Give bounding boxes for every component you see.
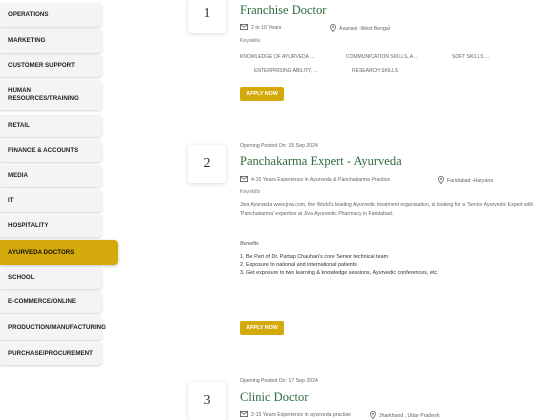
experience-text: 2-15 Years Experience in ayurveda practi…	[251, 412, 352, 418]
sidebar-item-ecommerce[interactable]: E-COMMERCE/ONLINE	[0, 291, 102, 313]
map-pin-icon	[438, 176, 444, 186]
skill-tag: ENTERPRISING ABILITY, ...	[254, 68, 318, 74]
category-sidebar: OPERATIONS MARKETING CUSTOMER SUPPORT HU…	[0, 0, 122, 420]
sidebar-item-school[interactable]: SCHOOL	[0, 267, 102, 289]
sidebar-item-human-resources[interactable]: HUMAN RESOURCES/TRAINING	[0, 80, 102, 110]
map-pin-icon	[370, 411, 376, 420]
skill-tag: RESEARCH SKILLS	[352, 68, 399, 74]
job-location: Asansol -West Bengal	[330, 24, 390, 34]
experience-text: 2 to 10 Years	[251, 25, 282, 31]
sidebar-item-ayurveda-doctors[interactable]: AYURVEDA DOCTORS	[0, 240, 118, 265]
apply-now-button[interactable]: APPLY NOW	[240, 321, 284, 335]
job-title[interactable]: Panchakarma Expert - Ayurveda	[240, 154, 402, 169]
benefit-item: 1. Be Part of Dr. Partap Chauhan's core …	[240, 254, 389, 260]
map-pin-icon	[330, 24, 336, 34]
job-number-badge: 1	[188, 0, 226, 33]
job-card-franchise-doctor: Franchise Doctor 2 to 10 Years Asansol -…	[240, 0, 545, 110]
skill-tag: SOFT SKILLS ...	[452, 54, 490, 60]
sidebar-item-finance[interactable]: FINANCE & ACCOUNTS	[0, 140, 102, 162]
job-experience: 4-15 Years Experience in Ayurveda & Panc…	[240, 176, 390, 184]
job-title[interactable]: Franchise Doctor	[240, 3, 326, 18]
job-location: Jharkhand , Uttar Pradesh	[370, 411, 440, 420]
sidebar-item-media[interactable]: MEDIA	[0, 165, 102, 187]
sidebar-item-marketing[interactable]: MARKETING	[0, 29, 102, 53]
job-card-panchakarma-expert: Opening Posted On: 15 Sep 2024 Panchakar…	[240, 140, 545, 340]
keyskills-label: Keyskills	[240, 38, 261, 44]
benefit-item: 2. Exposure to national and internationa…	[240, 262, 357, 268]
sidebar-item-production[interactable]: PRODUCTION/MANUFACTURING	[0, 316, 106, 340]
posted-date: Opening Posted On: 17 Sep 2024	[240, 378, 318, 384]
sidebar-item-it[interactable]: IT	[0, 190, 102, 212]
location-text: Jharkhand , Uttar Pradesh	[379, 413, 440, 419]
posted-date: Opening Posted On: 15 Sep 2024	[240, 143, 318, 149]
job-number-badge: 2	[188, 145, 226, 183]
sidebar-item-hospitality[interactable]: HOSPITALITY	[0, 215, 102, 237]
job-title[interactable]: Clinic Doctor	[240, 390, 308, 405]
sidebar-item-purchase[interactable]: PURCHASE/PROCUREMENT	[0, 343, 102, 365]
benefits-list: 1. Be Part of Dr. Partap Chauhan's core …	[240, 253, 545, 277]
job-card-clinic-doctor: Opening Posted On: 17 Sep 2024 Clinic Do…	[240, 374, 545, 420]
keyskills-label: Keyskills	[240, 189, 261, 195]
sidebar-item-customer-support[interactable]: CUSTOMER SUPPORT	[0, 55, 102, 77]
location-text: Asansol -West Bengal	[339, 26, 390, 32]
mail-icon	[240, 411, 248, 419]
sidebar-item-retail[interactable]: RETAIL	[0, 115, 102, 137]
benefits-heading: Benefits	[240, 241, 259, 247]
job-experience: 2-15 Years Experience in ayurveda practi…	[240, 411, 351, 419]
mail-icon	[240, 24, 248, 32]
benefit-item: 3. Get exposure to two learning & knowle…	[240, 270, 439, 276]
apply-now-button[interactable]: APPLY NOW	[240, 87, 284, 101]
location-text: Faridabad -Haryana	[447, 178, 494, 184]
mail-icon	[240, 176, 248, 184]
skill-tag: COMMUNICATION SKILLS, A...	[346, 54, 418, 60]
sidebar-item-operations[interactable]: OPERATIONS	[0, 3, 102, 27]
job-number-badge: 3	[188, 382, 226, 420]
skill-tag: KNOWLEDGE OF AYURVEDA ...	[240, 54, 315, 60]
job-description: Jiva Ayurveda www.jiva.com, the World's …	[240, 202, 534, 217]
experience-text: 4-15 Years Experience in Ayurveda & Panc…	[251, 177, 391, 183]
job-experience: 2 to 10 Years	[240, 24, 281, 32]
job-location: Faridabad -Haryana	[438, 176, 493, 186]
